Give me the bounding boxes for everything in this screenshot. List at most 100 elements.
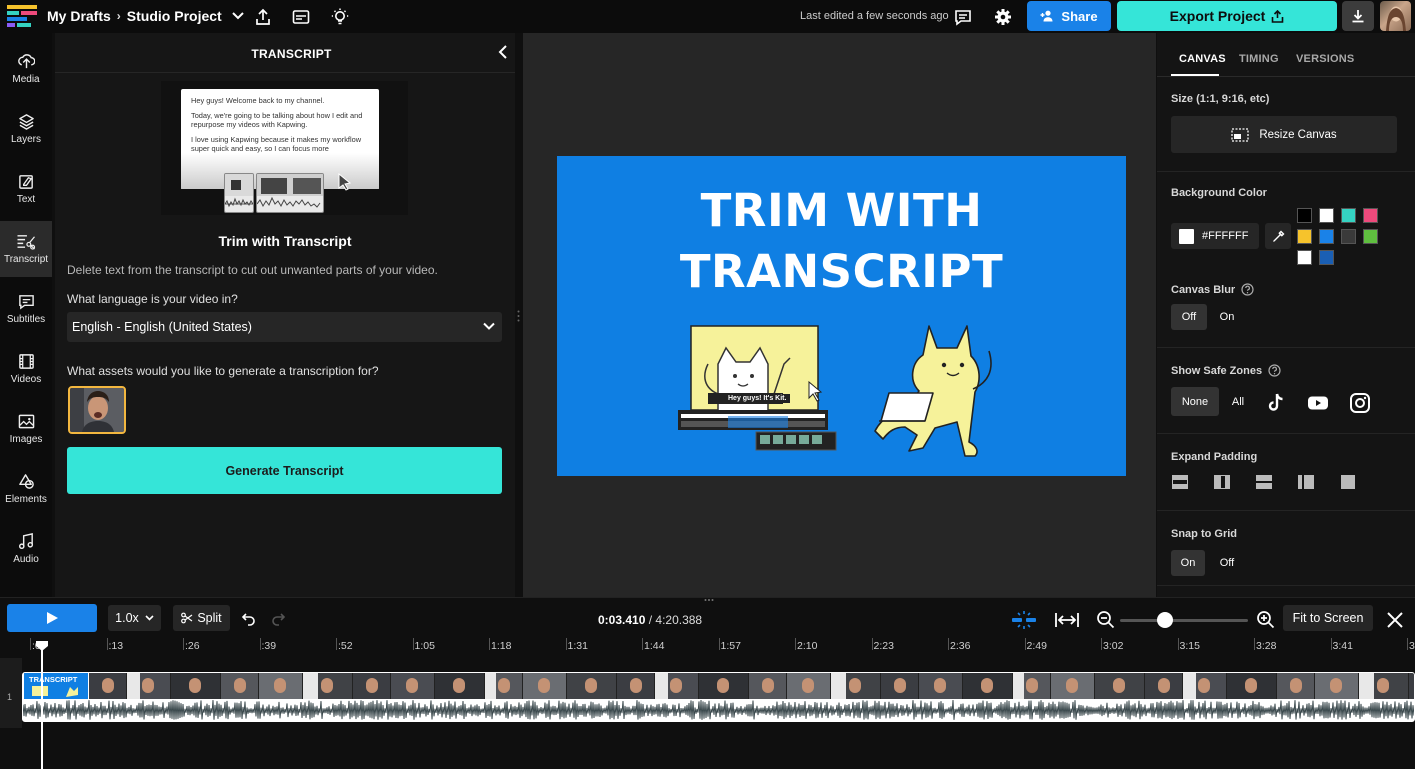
subtitles-toggle-icon[interactable]: [290, 6, 312, 28]
color-swatch[interactable]: [1297, 229, 1312, 244]
sidebar-item-layers[interactable]: Layers: [0, 101, 52, 157]
sidebar-item-images[interactable]: Images: [0, 401, 52, 457]
tiktok-icon[interactable]: [1265, 392, 1287, 414]
canvas-title-text[interactable]: TRIM WITH TRANSCRIPT: [557, 180, 1126, 302]
filmstrip-frame: [1227, 673, 1277, 699]
split-button[interactable]: Split: [173, 605, 230, 631]
color-swatch[interactable]: [1363, 229, 1378, 244]
export-project-button[interactable]: Export Project: [1117, 1, 1337, 31]
help-icon[interactable]: [1241, 283, 1254, 296]
ruler-tick-label: :13: [108, 640, 124, 652]
zoom-out-icon[interactable]: [1096, 610, 1116, 630]
video-clip[interactable]: TRANSCRIPT: [22, 672, 1415, 722]
zoom-slider-handle[interactable]: [1157, 612, 1173, 628]
undo-button[interactable]: [240, 611, 256, 627]
play-button[interactable]: [7, 604, 97, 632]
sidebar-item-text[interactable]: Text: [0, 161, 52, 217]
playback-speed-select[interactable]: 1.0x: [108, 605, 161, 631]
background-color-input[interactable]: #FFFFFF: [1171, 223, 1259, 249]
filmstrip-frame: [567, 673, 617, 699]
fit-width-icon[interactable]: [1054, 610, 1080, 630]
undo-icon: [241, 613, 255, 626]
color-swatch[interactable]: [1319, 208, 1334, 223]
padding-top-bottom-icon[interactable]: [1171, 474, 1189, 490]
download-button[interactable]: [1342, 1, 1374, 31]
chevron-down-icon[interactable]: [231, 12, 244, 20]
color-swatch[interactable]: [1341, 208, 1356, 223]
ruler-tick-label: 1:05: [414, 640, 435, 652]
eyedropper-button[interactable]: [1265, 223, 1291, 249]
snap-off-toggle[interactable]: Off: [1210, 550, 1244, 576]
zoom-slider-track[interactable]: [1120, 619, 1248, 622]
fit-to-screen-button[interactable]: Fit to Screen: [1283, 605, 1373, 631]
instagram-icon[interactable]: [1349, 392, 1371, 414]
asset-thumbnail[interactable]: [68, 386, 126, 434]
sidebar-item-elements[interactable]: Elements: [0, 461, 52, 517]
help-icon[interactable]: [1268, 364, 1281, 377]
lightbulb-icon[interactable]: [329, 6, 351, 28]
resize-canvas-button[interactable]: Resize Canvas: [1171, 116, 1397, 153]
padding-none-icon[interactable]: [1339, 474, 1357, 490]
sidebar-item-media[interactable]: Media: [0, 41, 52, 97]
color-swatch[interactable]: [1363, 208, 1378, 223]
kapwing-logo-icon[interactable]: [7, 5, 37, 27]
upload-icon[interactable]: [252, 6, 274, 28]
safe-zones-all-toggle[interactable]: All: [1223, 387, 1253, 416]
export-label: Export Project: [1169, 8, 1266, 24]
playhead[interactable]: [41, 648, 43, 769]
canvas-blur-on-toggle[interactable]: On: [1211, 304, 1243, 330]
generate-transcript-button[interactable]: Generate Transcript: [67, 447, 502, 494]
zoom-in-icon[interactable]: [1256, 610, 1276, 630]
snap-on-toggle[interactable]: On: [1171, 550, 1205, 576]
sidebar-item-transcript[interactable]: Transcript: [0, 221, 52, 277]
safe-zones-none-toggle[interactable]: None: [1171, 387, 1219, 416]
eyedropper-icon: [1272, 230, 1284, 242]
playhead-handle[interactable]: [36, 641, 48, 651]
gear-icon[interactable]: [992, 6, 1014, 28]
collapse-panel-button[interactable]: [495, 44, 511, 60]
ruler-tick-label: 2:23: [873, 640, 894, 652]
ruler-tick: [489, 638, 490, 650]
timeline-ruler[interactable]: :0:13:26:39:521:051:181:311:441:572:102:…: [0, 636, 1415, 658]
breadcrumb-root[interactable]: My Drafts: [47, 8, 111, 24]
padding-sides-icon[interactable]: [1213, 474, 1231, 490]
youtube-icon[interactable]: [1307, 392, 1329, 414]
color-swatch[interactable]: [1319, 229, 1334, 244]
project-name[interactable]: Studio Project: [127, 8, 222, 24]
breadcrumb: My Drafts › Studio Project: [47, 8, 244, 24]
padding-middle-icon[interactable]: [1255, 474, 1273, 490]
panel-resize-handle[interactable]: [517, 310, 520, 322]
illustration-clip-thumb: [224, 173, 254, 213]
color-swatch[interactable]: [1319, 250, 1334, 265]
padding-left-icon[interactable]: [1297, 474, 1315, 490]
illustration-line: Hey guys! Welcome back to my channel.: [191, 96, 325, 105]
cursor-icon: [338, 173, 352, 191]
close-timeline-button[interactable]: [1386, 611, 1404, 629]
ruler-tick-label: 3:28: [1256, 640, 1277, 652]
track-number-label: 1: [7, 692, 13, 702]
filmstrip-frame: [523, 673, 567, 699]
layers-icon: [18, 114, 34, 130]
canvas-blur-text: Canvas Blur: [1171, 283, 1236, 296]
video-canvas[interactable]: TRIM WITH TRANSCRIPT Hey guys! It's Kit.: [557, 156, 1126, 476]
user-avatar[interactable]: [1380, 1, 1411, 31]
sidebar-item-videos[interactable]: Videos: [0, 341, 52, 397]
comments-icon[interactable]: [952, 6, 974, 28]
color-swatch[interactable]: [1297, 250, 1312, 265]
share-button[interactable]: Share: [1027, 1, 1111, 31]
filmstrip-frame: [485, 673, 523, 699]
tab-versions[interactable]: VERSIONS: [1296, 53, 1354, 65]
tab-timing[interactable]: TIMING: [1239, 53, 1279, 65]
tab-canvas[interactable]: CANVAS: [1179, 53, 1226, 65]
canvas-blur-off-toggle[interactable]: Off: [1171, 304, 1207, 330]
color-swatch[interactable]: [1341, 229, 1356, 244]
redo-button[interactable]: [271, 611, 287, 627]
sidebar-item-audio[interactable]: Audio: [0, 521, 52, 577]
canvas-caption: Hey guys! It's Kit.: [724, 394, 791, 403]
sidebar-item-subtitles[interactable]: Subtitles: [0, 281, 52, 337]
color-swatch[interactable]: [1297, 208, 1312, 223]
filmstrip-frame: [1315, 673, 1359, 699]
split-at-playhead-icon[interactable]: [1011, 610, 1037, 630]
scissors-icon: [181, 612, 193, 624]
language-select[interactable]: English - English (United States): [67, 312, 502, 342]
